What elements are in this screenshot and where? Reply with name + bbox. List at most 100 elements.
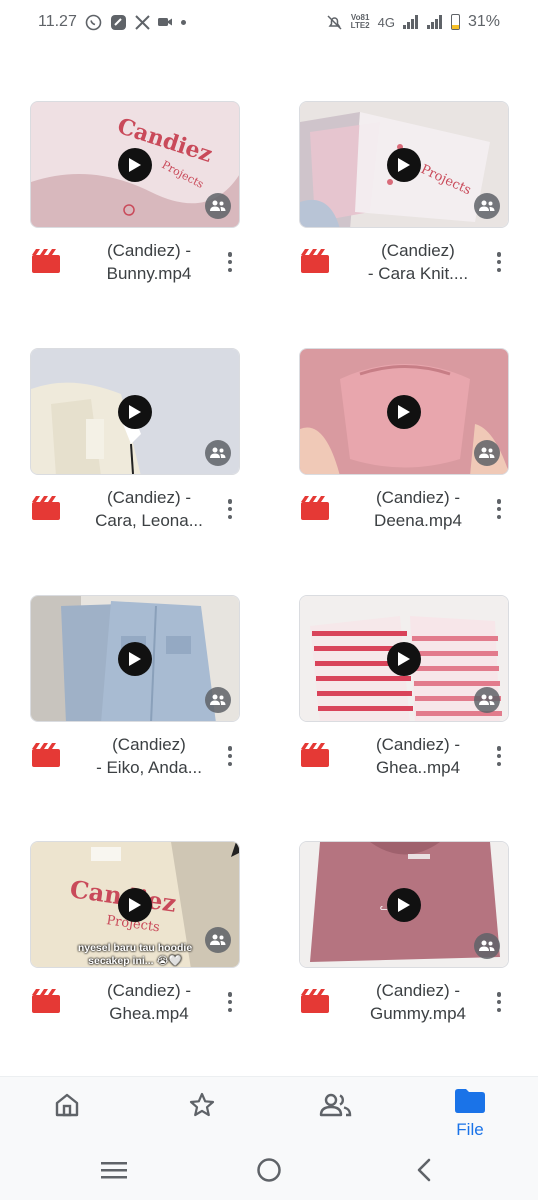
more-options-icon[interactable] [222, 249, 238, 275]
play-icon [118, 394, 152, 429]
nav-home[interactable] [27, 1085, 107, 1141]
shared-icon [205, 927, 231, 953]
nav-starred[interactable] [162, 1085, 242, 1141]
video-file-icon [301, 249, 329, 278]
file-title[interactable]: (Candiez) - Deena.mp4 [343, 486, 493, 532]
file-title-line2: Gummy.mp4 [369, 1004, 467, 1023]
nav-files[interactable]: File [430, 1085, 510, 1141]
file-caption: (Candiez) - Gummy.mp4 [299, 979, 509, 1029]
video-file-icon [32, 989, 60, 1018]
status-right: Vo81 LTE2 4G 31% [326, 13, 500, 31]
file-caption: (Candiez) - Ghea.mp4 [30, 979, 240, 1029]
play-icon [387, 887, 421, 922]
circle-icon [256, 1157, 282, 1188]
more-options-icon[interactable] [491, 249, 507, 275]
signal-icon-2 [426, 15, 443, 29]
battery-fill [451, 24, 459, 29]
video-thumbnail[interactable] [30, 595, 240, 722]
home-button[interactable] [249, 1156, 289, 1188]
play-icon [387, 394, 421, 429]
more-options-icon[interactable] [222, 989, 238, 1015]
home-icon [53, 1091, 81, 1124]
video-thumbnail[interactable]: Candiez Projects nyesel baru tau hoodie … [30, 841, 240, 968]
file-title[interactable]: (Candiez) - Bunny.mp4 [74, 239, 224, 285]
video-file-icon [301, 743, 329, 772]
x-icon [135, 14, 150, 30]
file-title-line2: - Cara Knit.... [367, 264, 469, 283]
battery-percent: 31% [467, 13, 500, 30]
status-left: 11.27 [38, 13, 186, 31]
more-options-icon[interactable] [222, 743, 238, 769]
file-title-line2: Ghea..mp4 [375, 758, 461, 777]
file-title-line1: (Candiez) - [106, 488, 192, 507]
file-title-line1: (Candiez) - [106, 981, 192, 1000]
video-thumbnail[interactable]: Projects [299, 101, 509, 228]
menu-icon [101, 1161, 127, 1184]
volte-bottom: LTE2 [350, 21, 370, 30]
more-options-icon[interactable] [491, 496, 507, 522]
play-icon [118, 641, 152, 676]
network-type: 4G [377, 14, 395, 30]
video-thumbnail[interactable] [299, 595, 509, 722]
nav-shared[interactable] [296, 1085, 376, 1141]
bottom-nav: File [0, 1076, 538, 1144]
file-title-line1: (Candiez) [381, 241, 455, 260]
file-title[interactable]: (Candiez) - Ghea.mp4 [74, 979, 224, 1025]
app-icon [110, 14, 127, 31]
system-nav [0, 1144, 538, 1200]
file-caption: (Candiez) - Ghea..mp4 [299, 733, 509, 783]
file-title[interactable]: (Candiez) - Eiko, Anda... [74, 733, 224, 779]
video-thumbnail[interactable] [30, 348, 240, 475]
video-file-icon [301, 496, 329, 525]
file-title-line2: Cara, Leona... [95, 511, 203, 530]
shared-icon [474, 193, 500, 219]
recents-button[interactable] [94, 1156, 134, 1188]
star-icon [188, 1091, 216, 1124]
file-caption: (Candiez) - Eiko, Anda... [30, 733, 240, 783]
file-title-line1: (Candiez) - [375, 981, 461, 1000]
file-title-line2: - Eiko, Anda... [96, 758, 202, 777]
more-options-icon[interactable] [491, 743, 507, 769]
shared-icon [205, 687, 231, 713]
clock: 11.27 [38, 13, 77, 30]
file-title-line1: (Candiez) - [106, 241, 192, 260]
mute-icon [326, 14, 343, 31]
file-title-line1: (Candiez) - [375, 735, 461, 754]
volte-label: Vo81 LTE2 [351, 14, 370, 30]
video-file-icon [32, 249, 60, 278]
file-title-line2: Bunny.mp4 [106, 264, 192, 283]
video-thumbnail[interactable]: ᓚᘏᗢ [299, 841, 509, 968]
file-caption: (Candiez) - Bunny.mp4 [30, 239, 240, 289]
file-title-line2: Deena.mp4 [374, 511, 462, 530]
file-title[interactable]: (Candiez) - Ghea..mp4 [343, 733, 493, 779]
play-icon [387, 641, 421, 676]
shared-icon [474, 687, 500, 713]
overlay-line2: secakep ini... 😭🤍 [88, 955, 182, 967]
file-title[interactable]: (Candiez) - Cara Knit.... [343, 239, 493, 285]
signal-icon [402, 15, 419, 29]
video-thumbnail[interactable]: Candiez Projects [30, 101, 240, 228]
file-title[interactable]: (Candiez) - Cara, Leona... [74, 486, 224, 532]
video-file-icon [301, 989, 329, 1018]
more-options-icon[interactable] [222, 496, 238, 522]
notification-dot-icon [180, 19, 186, 25]
shared-icon [474, 933, 500, 959]
people-icon [319, 1091, 353, 1124]
file-title[interactable]: (Candiez) - Gummy.mp4 [343, 979, 493, 1025]
play-icon [118, 887, 152, 922]
file-caption: (Candiez) - Cara Knit.... [299, 239, 509, 289]
file-caption: (Candiez) - Cara, Leona... [30, 486, 240, 536]
file-title-line1: (Candiez) [112, 735, 186, 754]
more-options-icon[interactable] [491, 989, 507, 1015]
nav-files-label: File [456, 1120, 484, 1139]
video-thumbnail[interactable] [299, 348, 509, 475]
video-file-icon [32, 743, 60, 772]
back-button[interactable] [404, 1156, 444, 1188]
battery-icon [450, 14, 460, 30]
status-bar: 11.27 Vo81 LTE2 4G 31% [0, 0, 538, 44]
shared-icon [205, 193, 231, 219]
file-title-line1: (Candiez) - [375, 488, 461, 507]
play-icon [387, 147, 421, 182]
shared-icon [205, 440, 231, 466]
file-title-line2: Ghea.mp4 [109, 1004, 189, 1023]
